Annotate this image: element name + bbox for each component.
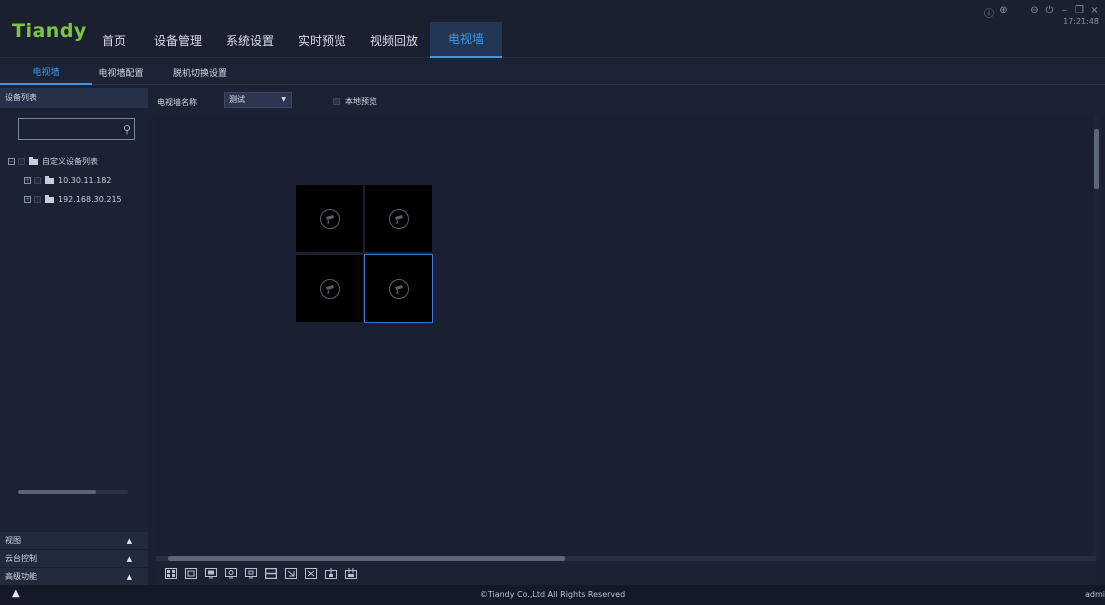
save-layout-icon[interactable]: [324, 567, 338, 580]
status-bar: ▲ ©Tiandy Co.,Ltd All Rights Reserved ad…: [0, 585, 1105, 605]
tree-checkbox[interactable]: [18, 158, 25, 165]
settings-icon[interactable]: ⊕: [999, 5, 1008, 20]
split-horizontal-icon[interactable]: [264, 567, 278, 580]
scrollbar-thumb[interactable]: [18, 490, 96, 494]
main-nav: 首页 设备管理 系统设置 实时预览 视频回放 电视墙: [86, 22, 502, 58]
power-icon[interactable]: ⏻: [1045, 5, 1054, 20]
sidebar-horizontal-scrollbar[interactable]: [18, 490, 128, 494]
sidebar-footer: 视图 ▲ 云台控制 ▲ 高级功能 ▲: [0, 531, 148, 585]
chevron-up-icon[interactable]: ▲: [127, 568, 132, 586]
camera-icon: [389, 209, 409, 229]
sub-nav: 电视墙 电视墙配置 脱机切换设置: [0, 59, 1105, 85]
tv-wall-name-select[interactable]: 测试 ▼: [224, 92, 292, 108]
tree-node-device[interactable]: + 192.168.30.215: [8, 190, 122, 209]
tree-checkbox[interactable]: [34, 177, 41, 184]
canvas-vertical-scrollbar[interactable]: [1093, 115, 1100, 560]
tab-device-management[interactable]: 设备管理: [142, 22, 214, 58]
monitor-icon[interactable]: [204, 567, 218, 580]
search-icon[interactable]: ⚲: [123, 123, 131, 136]
tv-wall-canvas[interactable]: [156, 115, 1092, 560]
checkbox-box[interactable]: [333, 98, 340, 105]
panel-label: 视图: [5, 536, 21, 545]
camera-icon: [320, 279, 340, 299]
chevron-up-icon[interactable]: ▲: [127, 532, 132, 550]
tree-label: 自定义设备列表: [42, 157, 98, 166]
panel-ptz-control[interactable]: 云台控制 ▲: [0, 549, 148, 567]
local-preview-checkbox[interactable]: 本地预览: [333, 96, 377, 107]
subtab-tv-wall-config[interactable]: 电视墙配置: [92, 59, 150, 85]
device-tree: − 自定义设备列表 + 10.30.11.182 + 192.168.30.21…: [8, 152, 122, 209]
expand-icon[interactable]: +: [24, 196, 31, 203]
expand-icon[interactable]: +: [24, 177, 31, 184]
screen-close-icon[interactable]: [304, 567, 318, 580]
panel-view[interactable]: 视图 ▲: [0, 531, 148, 549]
layout-split-icon[interactable]: [164, 567, 178, 580]
tree-node-root[interactable]: − 自定义设备列表: [8, 152, 122, 171]
tab-video-playback[interactable]: 视频回放: [358, 22, 430, 58]
scrollbar-thumb[interactable]: [1094, 129, 1099, 189]
chevron-down-icon[interactable]: ▼: [281, 93, 286, 107]
folder-icon: [29, 156, 38, 165]
monitor-output-icon[interactable]: [244, 567, 258, 580]
tree-label: 192.168.30.215: [58, 195, 122, 204]
panel-advanced[interactable]: 高级功能 ▲: [0, 567, 148, 585]
subtab-offline-switch-settings[interactable]: 脱机切换设置: [150, 59, 250, 85]
top-bar: Tiandy 首页 设备管理 系统设置 实时预览 视频回放 电视墙 ⓘ ⊕ ⊖ …: [0, 0, 1105, 58]
tab-tv-wall[interactable]: 电视墙: [430, 22, 502, 58]
tv-wall-name-label: 电视墙名称: [157, 98, 197, 107]
clock: 17:21:48: [1063, 17, 1099, 26]
panel-label: 云台控制: [5, 554, 37, 563]
tab-home[interactable]: 首页: [86, 22, 142, 58]
screen-cell-1[interactable]: [295, 184, 364, 253]
screen-cell-3[interactable]: [295, 254, 364, 323]
device-list-header: 设备列表: [0, 88, 148, 108]
tiandy-logo: Tiandy: [12, 20, 87, 42]
tv-wall-name-value: 测试: [229, 95, 245, 104]
screen-stack-icon[interactable]: [184, 567, 198, 580]
collapse-icon[interactable]: −: [8, 158, 15, 165]
export-layout-icon[interactable]: [344, 567, 358, 580]
chevron-up-icon[interactable]: ▲: [127, 550, 132, 568]
camera-icon: [320, 209, 340, 229]
tab-live-preview[interactable]: 实时预览: [286, 22, 358, 58]
camera-icon: [389, 279, 409, 299]
folder-icon: [45, 175, 54, 184]
local-preview-label: 本地预览: [345, 97, 377, 106]
tree-checkbox[interactable]: [34, 196, 41, 203]
panel-label: 高级功能: [5, 572, 37, 581]
monitor-play-icon[interactable]: [224, 567, 238, 580]
layout-toolbar: [156, 561, 1096, 585]
search-input[interactable]: [19, 121, 134, 141]
fullscreen-icon[interactable]: [284, 567, 298, 580]
tv-wall-toolbar: 电视墙名称 测试 ▼ 本地预览: [148, 88, 1105, 114]
tree-label: 10.30.11.182: [58, 176, 112, 185]
current-user[interactable]: admi: [1085, 590, 1105, 599]
tv-wall-grid: [295, 184, 434, 323]
tree-node-device[interactable]: + 10.30.11.182: [8, 171, 122, 190]
sidebar: 设备列表 ⚲ − 自定义设备列表 + 10.30.11.182 + 192.16…: [0, 88, 148, 585]
lock-icon[interactable]: ⊖: [1030, 5, 1039, 20]
screen-cell-4-selected[interactable]: [364, 254, 433, 323]
info-icon[interactable]: ⓘ: [984, 5, 994, 20]
screen-cell-2[interactable]: [364, 184, 433, 253]
subtab-tv-wall[interactable]: 电视墙: [0, 59, 92, 85]
tiandy-client: Tiandy 首页 设备管理 系统设置 实时预览 视频回放 电视墙 ⓘ ⊕ ⊖ …: [0, 0, 1105, 605]
device-search: ⚲: [18, 118, 135, 141]
tab-system-settings[interactable]: 系统设置: [214, 22, 286, 58]
folder-icon: [45, 194, 54, 203]
copyright-text: ©Tiandy Co.,Ltd All Rights Reserved: [479, 590, 626, 599]
